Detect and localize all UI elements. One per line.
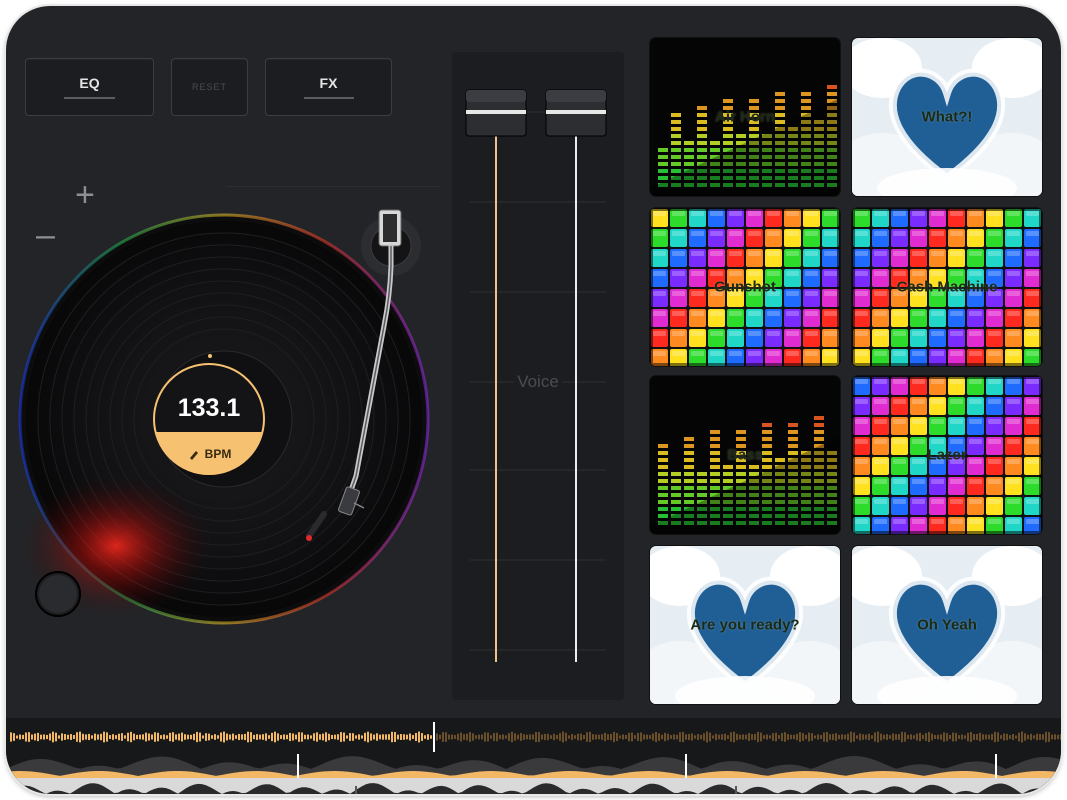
sound-pad-label: Bass xyxy=(727,446,763,464)
sound-pad-label: What?! xyxy=(921,108,973,126)
sound-pad-label: Lazer xyxy=(927,446,967,464)
sound-pad[interactable]: Bass xyxy=(650,376,840,534)
tempo-value: 133.1 xyxy=(178,394,241,422)
fader-handle-left[interactable] xyxy=(465,89,527,137)
sound-pad[interactable]: Are you ready? xyxy=(650,546,840,704)
sound-pad[interactable]: Air Horn xyxy=(650,38,840,196)
stylus-tip xyxy=(306,535,312,541)
turntable: 133.1 BPM xyxy=(18,209,430,625)
sound-pad-label: Air Horn xyxy=(715,108,775,126)
tempo-unit: BPM xyxy=(205,447,232,461)
sound-pad-label: Are you ready? xyxy=(690,616,800,634)
app-window: EQ RESET FX + – 133.1 BPM Voice Air Horn… xyxy=(6,6,1061,794)
sound-pad[interactable]: Gunshot xyxy=(650,208,840,366)
voice-label: Voice xyxy=(517,372,559,391)
fader-handle-right[interactable] xyxy=(545,89,607,137)
sound-pad-label: Oh Yeah xyxy=(917,616,977,634)
sound-pad[interactable]: What?! xyxy=(852,38,1042,196)
waveform-overview[interactable] xyxy=(6,718,1061,794)
tempo-marker xyxy=(208,354,212,358)
sound-pad[interactable]: Cash Machine xyxy=(852,208,1042,366)
sound-pad-label: Cash Machine xyxy=(896,278,998,296)
sound-pad[interactable]: Oh Yeah xyxy=(852,546,1042,704)
sound-pad-label: Gunshot xyxy=(714,278,776,296)
sound-pad[interactable]: Lazer xyxy=(852,376,1042,534)
mixer-panel: Voice xyxy=(452,52,624,700)
